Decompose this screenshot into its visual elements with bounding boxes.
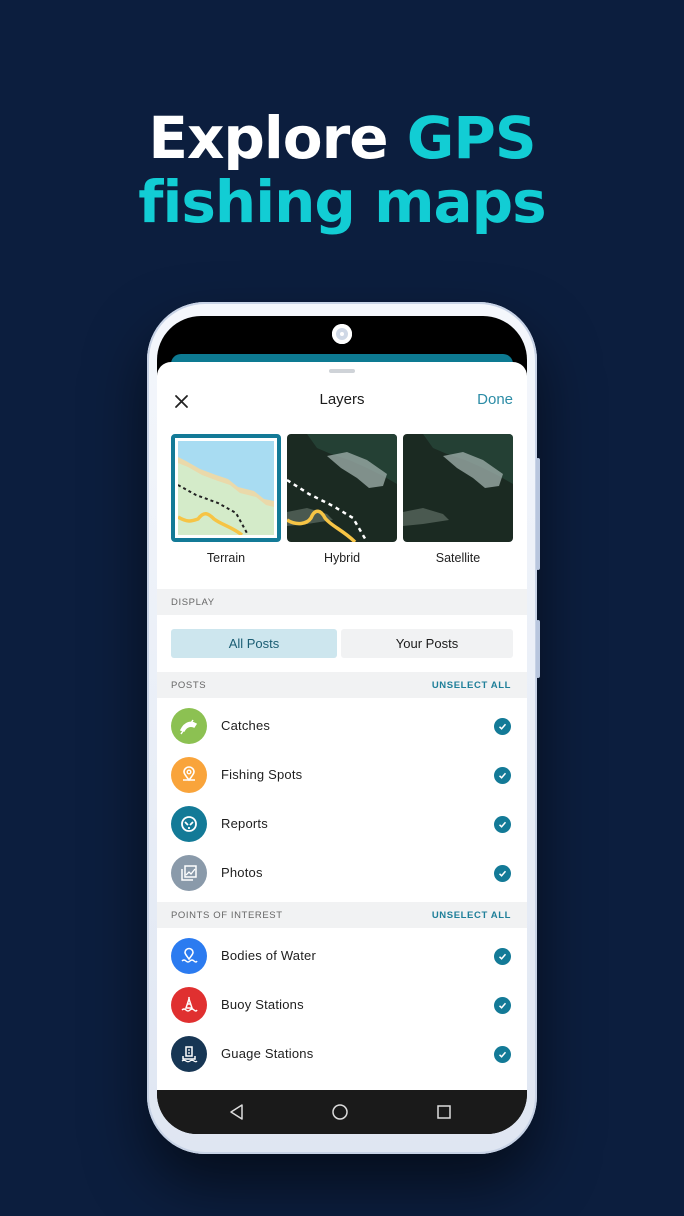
close-button[interactable] <box>171 390 193 412</box>
layer-row-photos[interactable]: Photos <box>157 849 527 898</box>
checkmark-icon[interactable] <box>494 865 511 882</box>
row-label: Fishing Spots <box>221 767 303 782</box>
photos-icon <box>171 855 207 891</box>
location-pin-icon <box>171 757 207 793</box>
checkmark-icon[interactable] <box>494 767 511 784</box>
row-label: Buoy Stations <box>221 997 304 1012</box>
layer-label: Satellite <box>435 551 481 565</box>
layer-row-reports[interactable]: Reports <box>157 800 527 849</box>
posts-section-header: POSTS UNSELECT ALL <box>157 672 527 698</box>
layer-row-catches[interactable]: Catches <box>157 702 527 751</box>
headline: Explore GPS fishing maps <box>0 106 684 234</box>
layer-row-fishing-spots[interactable]: Fishing Spots <box>157 751 527 800</box>
row-label: Bodies of Water <box>221 948 317 963</box>
fish-icon <box>171 708 207 744</box>
checkmark-icon[interactable] <box>494 1046 511 1063</box>
phone-side-button <box>536 620 540 678</box>
checkmark-icon[interactable] <box>494 816 511 833</box>
section-label: POINTS OF INTEREST <box>171 910 283 921</box>
camera-icon <box>332 324 352 344</box>
layer-label: Hybrid <box>323 551 361 565</box>
unselect-all-poi-button[interactable]: UNSELECT ALL <box>432 910 511 921</box>
row-label: Guage Stations <box>221 1046 314 1061</box>
terrain-thumbnail <box>171 434 281 542</box>
done-button[interactable]: Done <box>477 391 513 408</box>
buoy-icon <box>171 987 207 1023</box>
map-layer-picker: Terrain Hybrid Satellite <box>171 434 513 566</box>
checkmark-icon[interactable] <box>494 997 511 1014</box>
display-section-header: DISPLAY <box>157 589 527 615</box>
sheet-grabber-handle[interactable] <box>329 369 355 373</box>
back-button[interactable] <box>227 1102 247 1122</box>
report-icon <box>171 806 207 842</box>
checkmark-icon[interactable] <box>494 948 511 965</box>
row-label: Catches <box>221 718 271 733</box>
poi-section-header: POINTS OF INTEREST UNSELECT ALL <box>157 902 527 928</box>
section-label: POSTS <box>171 680 207 691</box>
home-icon <box>332 1104 348 1120</box>
layer-option-hybrid[interactable]: Hybrid <box>287 434 397 565</box>
headline-white: Explore <box>148 104 407 172</box>
layer-option-satellite[interactable]: Satellite <box>403 434 513 565</box>
all-posts-option[interactable]: All Posts <box>171 629 337 658</box>
back-icon <box>230 1104 243 1120</box>
close-icon <box>175 395 188 408</box>
sheet-header: Layers Done <box>157 386 527 416</box>
checkmark-icon[interactable] <box>494 718 511 735</box>
layer-row-guage-stations[interactable]: Guage Stations <box>157 1030 527 1079</box>
home-button[interactable] <box>330 1102 350 1122</box>
posts-filter-segmented-control: All Posts Your Posts <box>171 629 513 658</box>
layer-row-buoy-stations[interactable]: Buoy Stations <box>157 981 527 1030</box>
phone-side-button <box>536 458 540 570</box>
layer-option-terrain[interactable]: Terrain <box>171 434 281 565</box>
layer-row-bodies-of-water[interactable]: Bodies of Water <box>157 932 527 981</box>
layers-sheet: Layers Done Terrain Hybrid Satellite DIS… <box>157 362 527 1090</box>
phone-screen: Layers Done Terrain Hybrid Satellite DIS… <box>157 316 527 1134</box>
row-label: Photos <box>221 865 263 880</box>
headline-line2: fishing maps <box>138 168 546 236</box>
layer-label: Terrain <box>206 551 246 565</box>
row-label: Reports <box>221 816 268 831</box>
android-nav-bar <box>157 1090 527 1134</box>
hybrid-thumbnail <box>287 434 397 542</box>
water-pin-icon <box>171 938 207 974</box>
unselect-all-posts-button[interactable]: UNSELECT ALL <box>432 680 511 691</box>
headline-cyan: GPS <box>406 104 537 172</box>
recents-button[interactable] <box>434 1102 454 1122</box>
gauge-station-icon <box>171 1036 207 1072</box>
sheet-title: Layers <box>319 391 365 408</box>
section-label: DISPLAY <box>171 597 215 608</box>
recents-icon <box>437 1105 451 1119</box>
your-posts-option[interactable]: Your Posts <box>341 629 513 658</box>
satellite-thumbnail <box>403 434 513 542</box>
